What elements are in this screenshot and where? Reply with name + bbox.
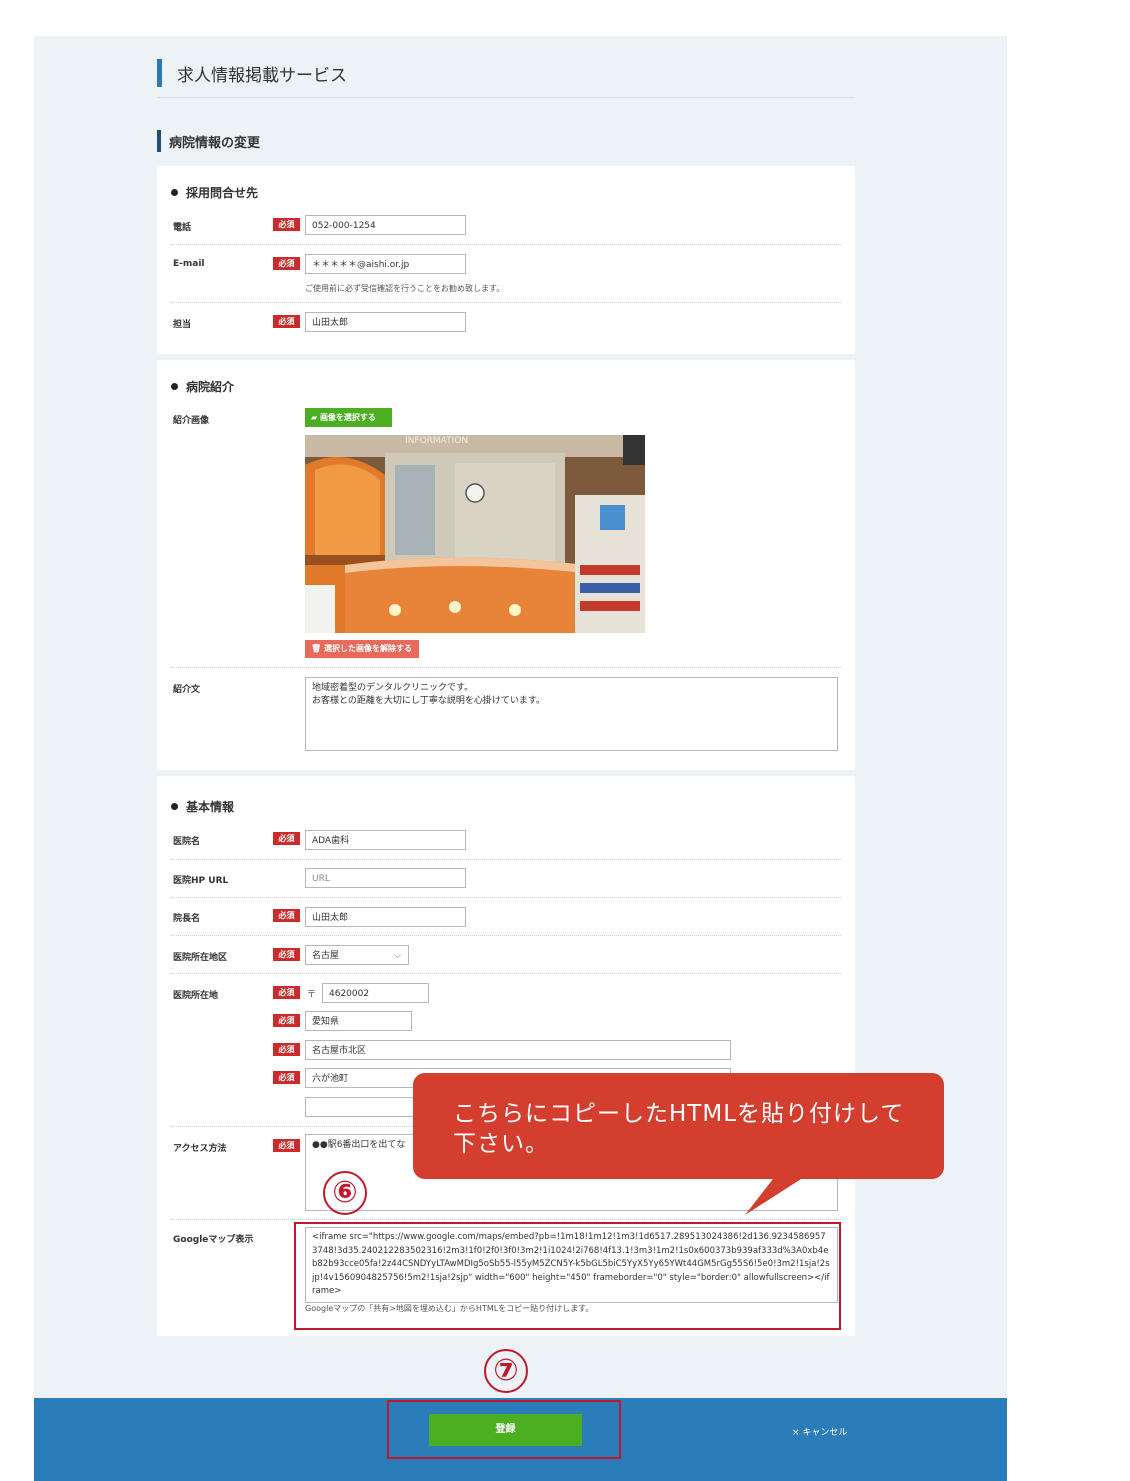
map-label: Googleマップ表示 — [173, 1235, 254, 1245]
close-icon: × — [792, 1428, 800, 1438]
phone-label: 電話 — [173, 223, 192, 233]
required-badge: 必須 — [273, 909, 300, 922]
divider — [171, 302, 841, 303]
section-title-text: 病院情報の変更 — [169, 136, 261, 151]
intro-text-label: 紹介文 — [173, 685, 201, 695]
step-six-marker: ⑥ — [323, 1171, 367, 1215]
chevron-down-icon: ⌵ — [394, 951, 401, 961]
email-input[interactable]: ＊＊＊＊＊@aishi.or.jp — [305, 254, 466, 274]
required-badge: 必須 — [273, 218, 300, 231]
contact-heading: 採用問合せ先 — [171, 184, 258, 201]
phone-input[interactable]: 052-000-1254 — [305, 215, 466, 235]
required-badge: 必須 — [273, 1043, 300, 1056]
person-input[interactable]: 山田太郎 — [305, 312, 466, 332]
select-image-button[interactable]: ▰ 画像を選択する — [305, 408, 392, 427]
divider — [171, 897, 841, 898]
hospital-name-input[interactable]: ADA歯科 — [305, 830, 466, 850]
email-label: E-mail — [173, 259, 205, 269]
intro-panel: 病院紹介 紹介画像 ▰ 画像を選択する INFORMATION 🗑 選択した画像… — [157, 360, 855, 770]
callout-text: こちらにコピーしたHTMLを貼り付けして下さい。 — [453, 1101, 905, 1157]
divider — [171, 667, 841, 668]
instruction-callout: こちらにコピーしたHTMLを貼り付けして下さい。 — [413, 1073, 944, 1179]
required-badge: 必須 — [273, 1139, 300, 1152]
contact-panel: 採用問合せ先 電話 必須 052-000-1254 E-mail 必須 ＊＊＊＊… — [157, 166, 855, 354]
access-label: アクセス方法 — [173, 1144, 227, 1154]
divider — [171, 973, 841, 974]
intro-heading: 病院紹介 — [171, 378, 234, 395]
required-badge: 必須 — [273, 948, 300, 961]
intro-textarea[interactable]: 地域密着型のデンタルクリニックです。 お客様との距離を大切にし丁寧な説明を心掛け… — [305, 677, 838, 751]
director-input[interactable]: 山田太郎 — [305, 907, 466, 927]
divider — [171, 859, 841, 860]
clinic-photo: INFORMATION — [305, 435, 645, 633]
section-accent-bar — [157, 130, 161, 152]
clinic-photo-illustration: INFORMATION — [305, 435, 645, 633]
intro-text-line: お客様との距離を大切にし丁寧な説明を心掛けています。 — [312, 696, 546, 706]
map-field-highlight — [294, 1222, 841, 1330]
basic-heading: 基本情報 — [171, 798, 234, 815]
image-label: 紹介画像 — [173, 416, 210, 426]
required-badge: 必須 — [273, 1014, 300, 1027]
header-accent-bar — [157, 59, 162, 87]
hospital-name-label: 医院名 — [173, 837, 201, 847]
required-badge: 必須 — [273, 257, 300, 270]
bullet-icon — [171, 189, 178, 196]
service-title: 求人情報掲載サービス — [177, 66, 347, 86]
required-badge: 必須 — [273, 986, 300, 999]
divider — [171, 1219, 841, 1220]
trash-icon: 🗑 — [311, 644, 324, 653]
director-label: 院長名 — [173, 914, 201, 924]
person-label: 担当 — [173, 320, 192, 330]
step-seven-marker: ⑦ — [484, 1349, 528, 1393]
bullet-icon — [171, 383, 178, 390]
email-note: ご使用前に必ず受信確認を行うことをお勧め致します。 — [305, 284, 505, 293]
divider — [171, 935, 841, 936]
hp-url-input[interactable]: URL — [305, 868, 466, 888]
postal-mark: 〒 — [307, 990, 317, 1000]
required-badge: 必須 — [273, 1071, 300, 1084]
photo-sign-text: INFORMATION — [405, 436, 468, 446]
city-input[interactable]: 名古屋市北区 — [305, 1040, 731, 1060]
register-highlight — [387, 1400, 621, 1459]
district-label: 医院所在地区 — [173, 953, 228, 963]
postal-input[interactable]: 4620002 — [322, 983, 429, 1003]
prefecture-input[interactable]: 愛知県 — [305, 1011, 412, 1031]
required-badge: 必須 — [273, 832, 300, 845]
service-header: 求人情報掲載サービス — [157, 59, 855, 98]
bullet-icon — [171, 803, 178, 810]
image-icon: ▰ — [311, 413, 320, 422]
divider — [171, 244, 841, 245]
cancel-button[interactable]: × キャンセル — [792, 1425, 847, 1438]
address-label: 医院所在地 — [173, 991, 219, 1001]
hp-url-label: 医院HP URL — [173, 876, 229, 886]
intro-text-line: 地域密着型のデンタルクリニックです。 — [312, 683, 474, 693]
remove-image-button[interactable]: 🗑 選択した画像を解除する — [305, 640, 419, 658]
required-badge: 必須 — [273, 315, 300, 328]
district-select[interactable]: 名古屋 ⌵ — [305, 945, 409, 965]
